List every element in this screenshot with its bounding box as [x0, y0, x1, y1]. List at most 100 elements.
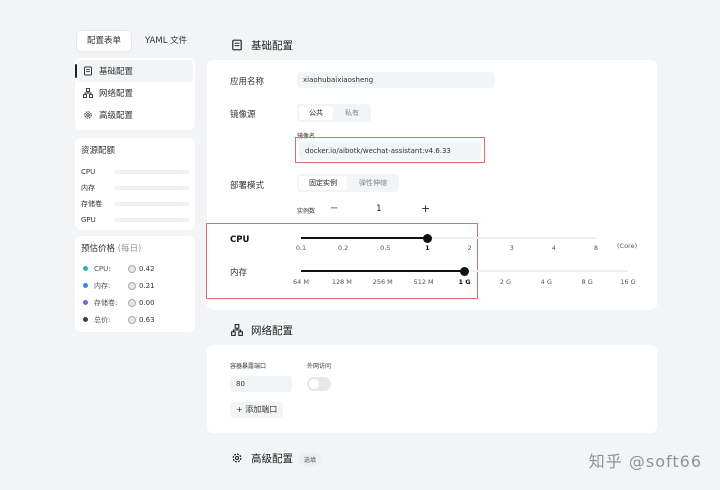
container-port-input[interactable]: 80 [230, 376, 292, 392]
instances-label: 实例数 [297, 208, 316, 215]
image-source-private[interactable]: 私有 [335, 106, 369, 120]
advanced-config-title: 高级配置 选填 [251, 451, 322, 466]
slider-tick-label: 0.1 [295, 244, 307, 252]
slider-tick-label: 1 G [458, 278, 471, 286]
advanced-title-text: 高级配置 [251, 453, 293, 465]
slider-fill [301, 270, 465, 272]
nav-item-label: 网络配置 [99, 89, 134, 99]
tab-yaml-file[interactable]: YAML 文件 [135, 31, 197, 51]
container-port-label: 容器暴露端口 [230, 363, 267, 370]
nav-item-label: 高级配置 [99, 111, 134, 121]
resource-row-cpu: CPU [81, 164, 189, 180]
price-label: 总价: [94, 315, 111, 324]
instances-value[interactable]: 1 [376, 204, 382, 214]
slider-tick-label: 64 M [293, 278, 309, 286]
price-rows: CPU: 0.42 内存: 0.21 存储卷: 0.00 总价: 0.63 [81, 260, 189, 328]
add-port-button[interactable]: + 添加端口 [230, 402, 284, 418]
slider-tick-label: 1 [425, 244, 430, 252]
price-row: 内存: 0.21 [81, 277, 189, 294]
slider-tick-label: 2 [467, 244, 472, 252]
deploy-mode-toggle: 固定实例 弹性伸缩 [297, 174, 399, 192]
deploy-mode-elastic[interactable]: 弹性伸缩 [349, 176, 397, 190]
plus-icon: + [236, 405, 246, 414]
memory-label: 内存 [230, 268, 248, 278]
price-value: 0.00 [139, 298, 155, 307]
price-label: CPU: [94, 264, 111, 273]
config-mode-tabs: 配置表单 YAML 文件 [75, 28, 195, 54]
price-label: 内存: [94, 281, 111, 290]
basic-config-panel: 应用名称 xiaohubaixiaosheng 镜像源 公共 私有 镜像名 do… [206, 60, 657, 310]
slider-handle[interactable] [422, 233, 432, 243]
network-config-panel: 容器暴露端口 外网访问 80 + 添加端口 [207, 345, 657, 433]
nav-item-basic[interactable]: 基础配置 [75, 60, 193, 82]
slider-tick-label: 4 G [540, 278, 552, 286]
deploy-mode-fixed[interactable]: 固定实例 [299, 176, 347, 190]
deploy-mode-label: 部署模式 [230, 181, 265, 191]
estimated-price-card: 预估价格 (每日) CPU: 0.42 内存: 0.21 存储卷: 0.00 总价: 0.63 [75, 236, 195, 332]
price-value: 0.63 [139, 315, 155, 324]
external-access-toggle[interactable] [307, 377, 331, 391]
resource-row-storage: 存储卷 [81, 196, 189, 212]
watermark: 知乎 @soft66 [588, 452, 702, 471]
price-title-text: 预估价格 [81, 244, 116, 254]
image-source-public[interactable]: 公共 [299, 106, 333, 120]
slider-tick-label: 2 G [499, 278, 511, 286]
resource-bar [115, 202, 189, 206]
image-source-toggle: 公共 私有 [297, 104, 371, 122]
optional-badge: 选填 [299, 452, 322, 466]
status-dot [83, 283, 88, 288]
status-dot [83, 317, 88, 322]
slider-tick-label: 0.5 [380, 244, 391, 252]
resource-label: 存储卷 [81, 200, 102, 208]
resource-label: 内存 [81, 184, 95, 192]
resource-bar [115, 218, 189, 222]
instances-minus-button[interactable]: − [330, 203, 338, 214]
price-row: 总价: 0.63 [81, 311, 189, 328]
coin-icon [128, 298, 136, 307]
gear-icon [232, 453, 242, 463]
app-name-input[interactable]: xiaohubaixiaosheng [297, 72, 495, 88]
slider-tick-label: 4 [551, 244, 556, 252]
slider-tick-label: 8 [593, 244, 599, 252]
network-icon [83, 88, 93, 98]
price-subtitle: (每日) [117, 244, 142, 254]
resource-bar [115, 186, 189, 190]
slider-tick-label: 0.2 [337, 244, 349, 252]
document-icon [232, 39, 242, 51]
slider-tick-label: 3 [509, 244, 514, 252]
network-config-title: 网络配置 [251, 325, 293, 337]
price-value: 0.21 [139, 281, 155, 290]
nav-item-label: 基础配置 [99, 67, 134, 77]
price-row: 存储卷: 0.00 [81, 294, 189, 311]
coin-icon [128, 281, 136, 290]
price-value: 0.42 [139, 264, 155, 273]
resource-quota-title: 资源配额 [81, 146, 116, 156]
tab-config-form[interactable]: 配置表单 [77, 31, 132, 51]
coin-icon [128, 264, 136, 273]
gear-icon [84, 111, 92, 119]
estimated-price-title: 预估价格 (每日) [81, 242, 189, 254]
status-dot [83, 266, 88, 271]
cpu-unit-label: (Core) [617, 242, 638, 250]
section-nav: 基础配置 网络配置 高级配置 [75, 58, 195, 130]
resource-row-gpu: GPU [81, 212, 189, 228]
highlight-box-image [295, 137, 485, 163]
nav-item-network[interactable]: 网络配置 [75, 82, 195, 104]
nav-item-advanced[interactable]: 高级配置 [75, 104, 195, 126]
network-config-header: 网络配置 [207, 315, 657, 345]
resource-label: GPU [81, 216, 96, 224]
resource-row-memory: 内存 [81, 180, 189, 196]
cpu-label: CPU [230, 235, 250, 245]
document-icon [84, 66, 92, 76]
resource-bar [115, 170, 189, 174]
resource-quota-card: 资源配额 CPU 内存 存储卷 GPU [75, 138, 195, 230]
instances-plus-button[interactable]: + [421, 202, 430, 215]
slider-fill [301, 237, 428, 239]
slider-handle[interactable] [460, 266, 469, 276]
price-row: CPU: 0.42 [81, 260, 189, 277]
app-name-label: 应用名称 [230, 77, 265, 87]
slider-tick-label: 512 M [413, 278, 434, 286]
slider-tick-label: 128 M [331, 278, 352, 286]
price-label: 存储卷: [94, 298, 118, 307]
basic-config-title: 基础配置 [251, 40, 293, 52]
